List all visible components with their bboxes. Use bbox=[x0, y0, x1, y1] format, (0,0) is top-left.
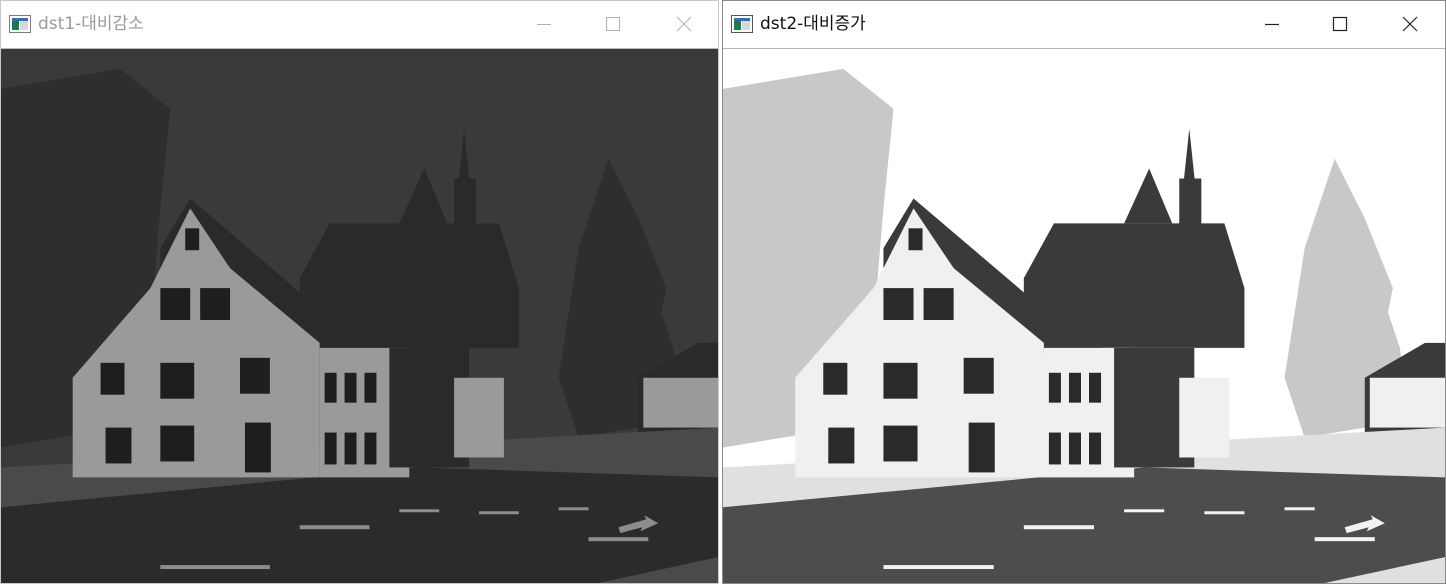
maximize-icon bbox=[606, 17, 620, 31]
image-canvas[interactable] bbox=[1, 49, 718, 583]
photo-image bbox=[1, 49, 718, 583]
minimize-icon bbox=[537, 24, 551, 25]
dst1-window[interactable]: dst1-대비감소 bbox=[0, 0, 719, 584]
minimize-icon bbox=[1265, 23, 1279, 26]
close-button[interactable] bbox=[1387, 1, 1433, 48]
maximize-icon bbox=[1332, 16, 1348, 32]
window-title: dst2-대비증가 bbox=[760, 14, 866, 34]
dst2-window[interactable]: dst2-대비증가 bbox=[722, 0, 1446, 584]
title-bar[interactable]: dst1-대비감소 bbox=[1, 1, 718, 49]
minimize-button[interactable] bbox=[1249, 1, 1295, 48]
maximize-button[interactable] bbox=[590, 1, 636, 48]
title-bar[interactable]: dst2-대비증가 bbox=[723, 1, 1445, 49]
image-canvas[interactable] bbox=[723, 49, 1445, 583]
window-title: dst1-대비감소 bbox=[38, 14, 144, 34]
minimize-button[interactable] bbox=[521, 1, 567, 48]
maximize-button[interactable] bbox=[1317, 1, 1363, 48]
close-icon bbox=[676, 16, 692, 32]
app-icon bbox=[731, 15, 753, 33]
close-icon bbox=[1402, 16, 1418, 32]
close-button[interactable] bbox=[661, 1, 707, 48]
app-icon bbox=[9, 15, 31, 33]
photo-image bbox=[723, 49, 1445, 583]
